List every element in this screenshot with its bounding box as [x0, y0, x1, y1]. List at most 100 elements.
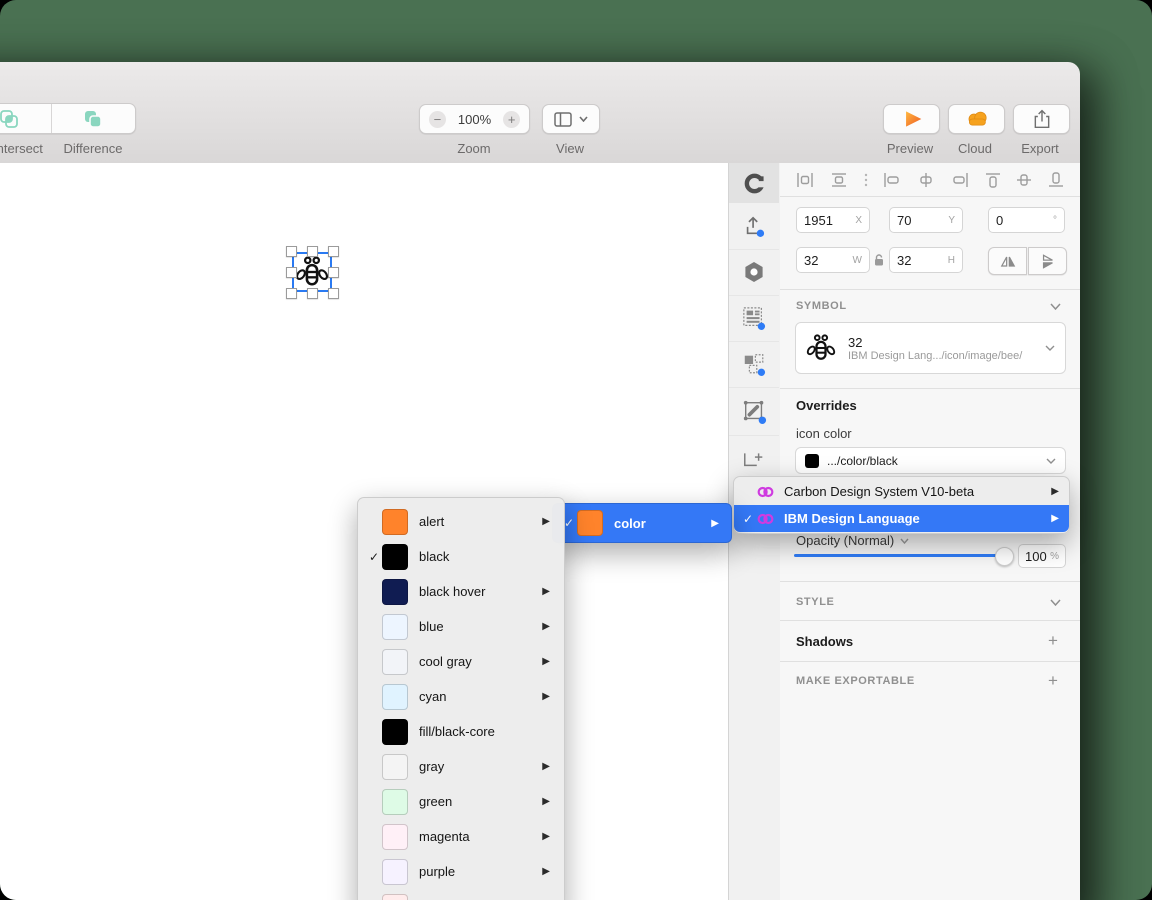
resize-handle[interactable] — [286, 246, 297, 257]
resize-handle[interactable] — [307, 246, 318, 257]
height-field[interactable]: 32 H — [889, 247, 963, 273]
rotation-value: 0 — [996, 212, 1004, 228]
library-link-icon — [756, 485, 775, 499]
opacity-slider-track[interactable] — [794, 554, 1010, 557]
menu-item-carbon-design-system[interactable]: Carbon Design System V10-beta ▶ — [734, 478, 1069, 505]
color-swatch — [382, 508, 408, 535]
zoom-in-button[interactable]: + — [503, 110, 521, 128]
squares-swap-icon — [744, 354, 766, 376]
submenu-arrow-icon: ▶ — [711, 517, 719, 529]
opacity-value-field[interactable]: 100 % — [1018, 544, 1066, 568]
align-bottom-icon[interactable] — [1048, 171, 1064, 188]
hexagon-plugin-button[interactable] — [729, 249, 779, 296]
align-right-icon[interactable] — [951, 172, 969, 188]
intersect-icon — [0, 109, 18, 128]
menu-item-magenta[interactable]: magenta ▶ — [358, 819, 564, 854]
check-icon: ✓ — [742, 511, 754, 526]
difference-label: Difference — [63, 141, 123, 156]
difference-button[interactable] — [52, 104, 136, 133]
cloud-button[interactable] — [948, 104, 1005, 134]
menu-item-fill-black-core[interactable]: fill/black-core — [358, 714, 564, 749]
y-position-field[interactable]: 70 Y — [889, 207, 963, 233]
boolean-operations-group — [0, 103, 136, 134]
menu-item-blue[interactable]: blue ▶ — [358, 609, 564, 644]
menu-item-ibm-design-language[interactable]: ✓ IBM Design Language ▶ — [734, 505, 1069, 532]
menu-item-purple[interactable]: purple ▶ — [358, 854, 564, 889]
edit-shape-plugin-button[interactable] — [729, 387, 779, 436]
menu-item-gray[interactable]: gray ▶ — [358, 749, 564, 784]
chevron-down-icon — [579, 116, 588, 122]
divider — [780, 388, 1080, 389]
x-position-field[interactable]: 1951 X — [796, 207, 870, 233]
zoom-out-button[interactable]: − — [428, 110, 446, 128]
submenu-arrow-icon: ▶ — [1051, 513, 1059, 524]
icon-color-dropdown[interactable]: .../color/black — [795, 447, 1066, 474]
carbon-plugin-tab[interactable] — [729, 163, 779, 203]
menu-item-cool-gray[interactable]: cool gray ▶ — [358, 644, 564, 679]
resize-handle[interactable] — [328, 288, 339, 299]
resize-handle[interactable] — [328, 246, 339, 257]
width-field[interactable]: 32 W — [796, 247, 870, 273]
upload-plugin-button[interactable] — [729, 203, 779, 250]
submenu-arrow-icon: ▶ — [542, 586, 550, 597]
resize-handle[interactable] — [286, 288, 297, 299]
opacity-unit: % — [1050, 550, 1059, 562]
lock-ratio-icon[interactable] — [873, 253, 885, 267]
frame-plus-icon — [744, 452, 763, 466]
view-button[interactable] — [542, 104, 600, 134]
export-button[interactable] — [1013, 104, 1070, 134]
color-swatch — [382, 648, 408, 675]
align-top-icon[interactable] — [985, 172, 1001, 188]
color-swatch — [382, 613, 408, 640]
alignment-toolbar — [780, 163, 1080, 197]
rotation-field[interactable]: 0 ° — [988, 207, 1065, 233]
color-swatch — [382, 683, 408, 710]
submenu-arrow-icon: ▶ — [542, 621, 550, 632]
zoom-control: − 100% + — [419, 104, 530, 134]
menu-item-partial[interactable] — [358, 889, 564, 900]
resize-handle[interactable] — [307, 288, 318, 299]
distribute-vertically-icon[interactable] — [830, 172, 848, 188]
menu-item-label: IBM Design Language — [784, 511, 920, 526]
layout-plugin-button[interactable] — [729, 295, 779, 342]
selected-layer-bounds[interactable] — [292, 252, 332, 292]
preview-play-icon — [905, 111, 921, 127]
flip-horizontal-button[interactable] — [988, 247, 1027, 275]
intersect-button[interactable] — [0, 104, 51, 133]
menu-item-alert[interactable]: alert ▶ — [358, 504, 564, 539]
make-exportable-add-button[interactable]: + — [1048, 671, 1058, 691]
menu-item-green[interactable]: green ▶ — [358, 784, 564, 819]
symbol-name: 32 — [848, 334, 863, 350]
distribute-horizontally-icon[interactable] — [796, 172, 814, 188]
current-color-swatch — [805, 453, 819, 468]
preview-button[interactable] — [883, 104, 940, 134]
opacity-slider-knob[interactable] — [995, 547, 1014, 566]
color-swatch — [382, 823, 408, 850]
resize-handle[interactable] — [328, 267, 339, 278]
align-center-horizontal-icon[interactable] — [917, 172, 935, 188]
align-middle-icon[interactable] — [1016, 172, 1032, 188]
zoom-label: Zoom — [457, 141, 491, 156]
style-collapse-chevron-icon[interactable] — [1050, 599, 1061, 606]
add-artboard-plugin-button[interactable] — [729, 435, 779, 480]
symbol-collapse-chevron-icon[interactable] — [1050, 303, 1061, 310]
export-share-icon — [1034, 109, 1049, 129]
difference-icon — [85, 110, 103, 128]
align-left-icon[interactable] — [883, 172, 901, 188]
symbol-selector[interactable]: 32 IBM Design Lang.../icon/image/bee/ — [795, 322, 1066, 374]
color-swatch — [577, 510, 603, 536]
menu-item-cyan[interactable]: cyan ▶ — [358, 679, 564, 714]
swap-symbols-plugin-button[interactable] — [729, 341, 779, 388]
color-swatch — [382, 858, 408, 885]
add-shadow-button[interactable]: + — [1048, 631, 1058, 651]
flip-vertical-button[interactable] — [1028, 247, 1067, 275]
color-swatch — [382, 578, 408, 605]
menu-item-black-hover[interactable]: black hover ▶ — [358, 574, 564, 609]
bee-icon — [295, 255, 329, 289]
check-icon: ✓ — [368, 549, 380, 564]
color-swatch — [382, 788, 408, 815]
resize-handle[interactable] — [286, 267, 297, 278]
menu-item-color-group[interactable]: ✓ color ▶ — [553, 504, 731, 542]
menu-item-black[interactable]: ✓ black — [358, 539, 564, 574]
current-color-value: .../color/black — [827, 453, 898, 468]
